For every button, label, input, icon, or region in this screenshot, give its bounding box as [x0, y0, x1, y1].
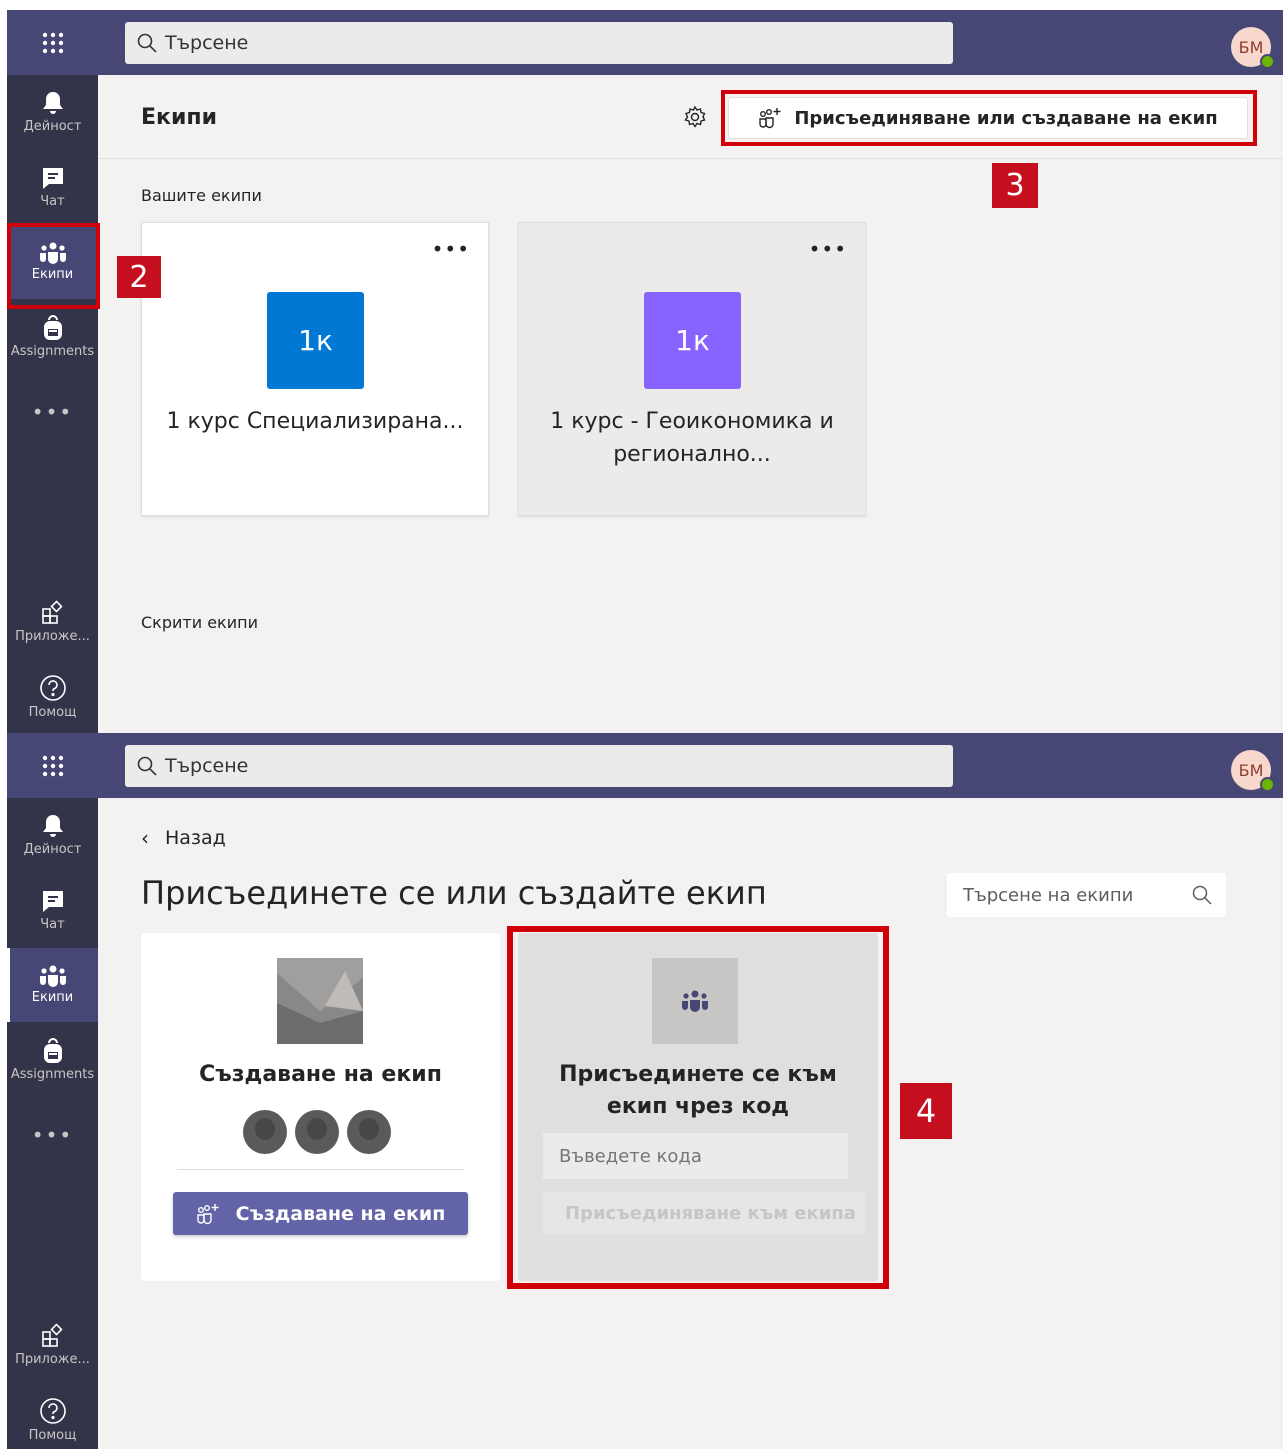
avatar[interactable]: БМ [1231, 750, 1275, 792]
divider [177, 1169, 464, 1170]
chat-icon [42, 891, 63, 912]
rail-label-apps: Приложе... [15, 1352, 90, 1367]
page-title: Екипи [141, 105, 217, 130]
avatar[interactable]: БМ [1231, 27, 1275, 69]
backpack-icon [43, 315, 62, 340]
page-title: Присъединете се или създайте екип [141, 874, 767, 912]
gear-icon[interactable] [683, 105, 707, 129]
callout-box-teams [7, 223, 100, 309]
team-card-menu-button[interactable]: ••• [432, 237, 470, 261]
team-avatar-initials: 1к [298, 324, 333, 357]
teams-icon [39, 965, 66, 987]
search-icon [137, 756, 157, 776]
create-team-button-label: Създаване на екип [235, 1202, 446, 1225]
rail-label-activity: Дейност [23, 119, 82, 134]
team-avatar: 1к [644, 292, 741, 389]
app-rail: Дейност Чат Екипи Assignments ••• Прилож… [7, 798, 98, 1449]
bell-icon [42, 815, 63, 837]
search-icon [137, 33, 157, 53]
rail-item-help[interactable]: Помощ [7, 660, 98, 733]
callout-badge-3: 3 [992, 163, 1038, 208]
app-rail: Дейност Чат Екипи Assignments ••• Прилож… [7, 75, 98, 733]
add-team-icon [196, 1203, 219, 1224]
rail-item-activity[interactable]: Дейност [7, 798, 98, 872]
rail-label-assignments: Assignments [10, 344, 95, 359]
top-bar: Търсене БМ [7, 733, 1283, 798]
apps-icon [41, 1323, 63, 1347]
rail-label-assignments: Assignments [10, 1067, 95, 1082]
team-card-menu-button[interactable]: ••• [809, 237, 847, 261]
team-avatar-initials: 1к [675, 324, 710, 357]
avatar-initials: БМ [1238, 37, 1264, 57]
rail-item-apps[interactable]: Приложе... [7, 1308, 98, 1382]
teams-list-screen: Търсене БМ Дейност Чат Екипи Assignments… [7, 10, 1283, 733]
backpack-icon [43, 1038, 62, 1063]
create-team-button[interactable]: Създаване на екип [173, 1192, 468, 1235]
rail-item-activity[interactable]: Дейност [7, 75, 98, 149]
rail-label-apps: Приложе... [15, 629, 90, 644]
rail-item-help[interactable]: Помощ [7, 1383, 98, 1449]
chat-icon [42, 168, 63, 189]
rail-item-assignments[interactable]: Assignments [7, 1023, 98, 1097]
rail-more-button[interactable]: ••• [7, 1123, 98, 1147]
team-card[interactable]: ••• 1к 1 курс Специализирана... [141, 222, 489, 516]
bell-icon [42, 92, 63, 114]
team-avatar: 1к [267, 292, 364, 389]
person-icon [347, 1110, 391, 1154]
back-label: Назад [165, 827, 226, 849]
app-launcher-icon[interactable] [7, 733, 98, 798]
rail-item-assignments[interactable]: Assignments [7, 300, 98, 374]
status-available-icon [1260, 54, 1275, 69]
search-input[interactable]: Търсене [125, 745, 953, 787]
callout-badge-4: 4 [900, 1083, 952, 1139]
rail-item-teams[interactable]: Екипи [7, 948, 98, 1022]
search-placeholder: Търсене [165, 32, 249, 54]
rail-label-help: Помощ [28, 705, 77, 720]
join-or-create-screen: Търсене БМ Дейност Чат Екипи Assignments… [7, 733, 1283, 1449]
person-icon [243, 1110, 287, 1154]
search-icon [1192, 885, 1212, 905]
rail-more-button[interactable]: ••• [7, 400, 98, 424]
person-icon [295, 1110, 339, 1154]
rail-label-chat: Чат [40, 917, 65, 932]
app-launcher-icon[interactable] [7, 10, 98, 75]
rail-label-teams: Екипи [31, 990, 74, 1005]
member-avatars [243, 1110, 391, 1154]
hidden-teams-label[interactable]: Скрити екипи [141, 613, 258, 632]
search-placeholder: Търсене [165, 755, 249, 777]
back-button[interactable]: ‹ Назад [141, 826, 226, 850]
rail-label-help: Помощ [28, 1428, 77, 1443]
search-input[interactable]: Търсене [125, 22, 953, 64]
rail-label-chat: Чат [40, 194, 65, 209]
your-teams-label: Вашите екипи [141, 186, 262, 205]
team-search-input[interactable]: Търсене на екипи [947, 873, 1226, 917]
team-name: 1 курс - Геоикономика и регионално... [550, 409, 834, 467]
callout-box-join-create [721, 90, 1257, 146]
create-team-card: Създаване на екип Създаване на екип [141, 933, 500, 1281]
callout-badge-2: 2 [117, 256, 161, 298]
callout-box-join-code [507, 926, 889, 1289]
help-icon [39, 1398, 66, 1424]
help-icon [39, 675, 66, 701]
team-name: 1 курс Специализирана... [166, 409, 464, 434]
avatar-initials: БМ [1238, 760, 1264, 780]
top-bar: Търсене БМ [7, 10, 1283, 75]
rail-item-chat[interactable]: Чат [7, 873, 98, 947]
chevron-left-icon: ‹ [141, 826, 149, 850]
team-search-placeholder: Търсене на екипи [963, 884, 1134, 906]
rail-label-activity: Дейност [23, 842, 82, 857]
image-placeholder-icon [277, 958, 363, 1044]
team-card[interactable]: ••• 1к 1 курс - Геоикономика и регионалн… [518, 222, 866, 516]
apps-icon [41, 600, 63, 624]
create-team-title: Създаване на екип [199, 1062, 442, 1087]
status-available-icon [1260, 777, 1275, 792]
rail-item-chat[interactable]: Чат [7, 150, 98, 224]
rail-item-apps[interactable]: Приложе... [7, 585, 98, 659]
